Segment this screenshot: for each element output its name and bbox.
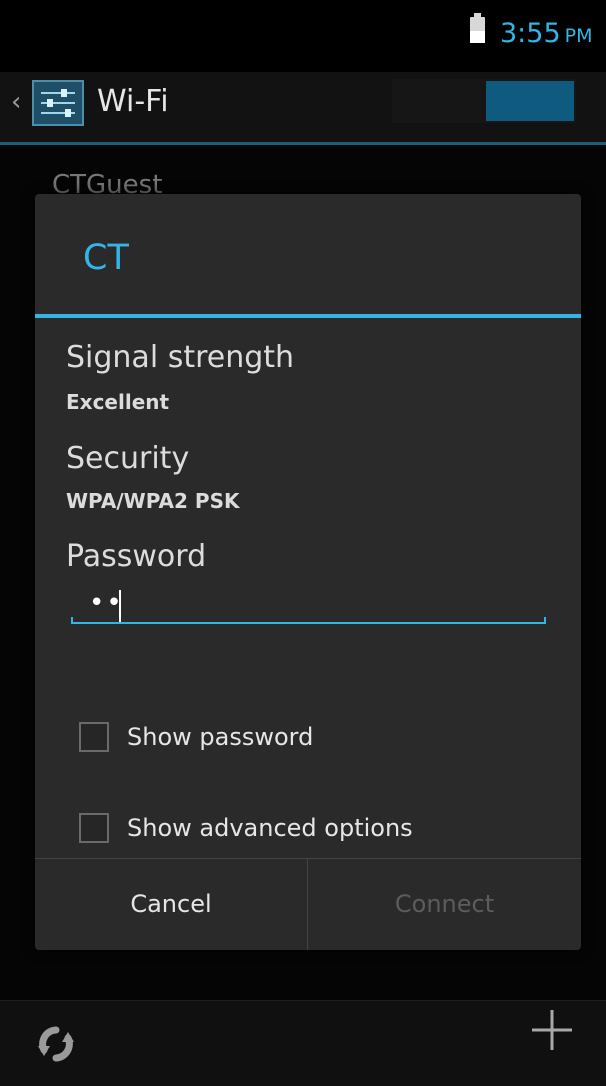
chevron-left-icon[interactable]: ‹ [11, 87, 21, 117]
security-value: WPA/WPA2 PSK [66, 489, 240, 513]
clock-time: 3:55 [500, 18, 561, 49]
show-advanced-row[interactable]: Show advanced options [79, 810, 539, 850]
dialog-title-divider [35, 314, 581, 318]
show-password-row[interactable]: Show password [79, 719, 539, 759]
battery-icon [470, 13, 485, 43]
password-underline [71, 617, 546, 624]
password-label: Password [66, 539, 207, 574]
bottom-action-bar [0, 1000, 606, 1086]
cancel-button[interactable]: Cancel [35, 859, 307, 950]
show-password-checkbox[interactable] [79, 722, 109, 752]
action-bar-divider [0, 142, 606, 145]
show-advanced-checkbox[interactable] [79, 813, 109, 843]
status-clock: 3:55 PM [500, 18, 593, 52]
page-title: Wi-Fi [97, 84, 169, 119]
show-advanced-label[interactable]: Show advanced options [127, 810, 413, 846]
password-field[interactable]: •• [71, 582, 546, 634]
wifi-connect-dialog: CT Signal strength Excellent Security WP… [35, 194, 581, 950]
wifi-screen: 3:55 PM ‹ Wi-Fi CTGuest CT Signal strengt… [0, 0, 606, 1086]
security-label: Security [66, 441, 190, 476]
clock-ampm: PM [564, 25, 593, 47]
settings-sliders-icon[interactable] [31, 79, 85, 127]
add-icon[interactable] [530, 1008, 574, 1052]
wifi-toggle-thumb[interactable] [486, 81, 574, 121]
show-password-label[interactable]: Show password [127, 719, 313, 755]
wps-icon[interactable] [36, 1024, 76, 1064]
battery-level [470, 31, 485, 43]
text-cursor [119, 590, 121, 622]
connect-button[interactable]: Connect [308, 859, 581, 950]
signal-strength-label: Signal strength [66, 340, 295, 375]
dialog-title: CT [83, 238, 129, 278]
signal-strength-value: Excellent [66, 390, 170, 414]
